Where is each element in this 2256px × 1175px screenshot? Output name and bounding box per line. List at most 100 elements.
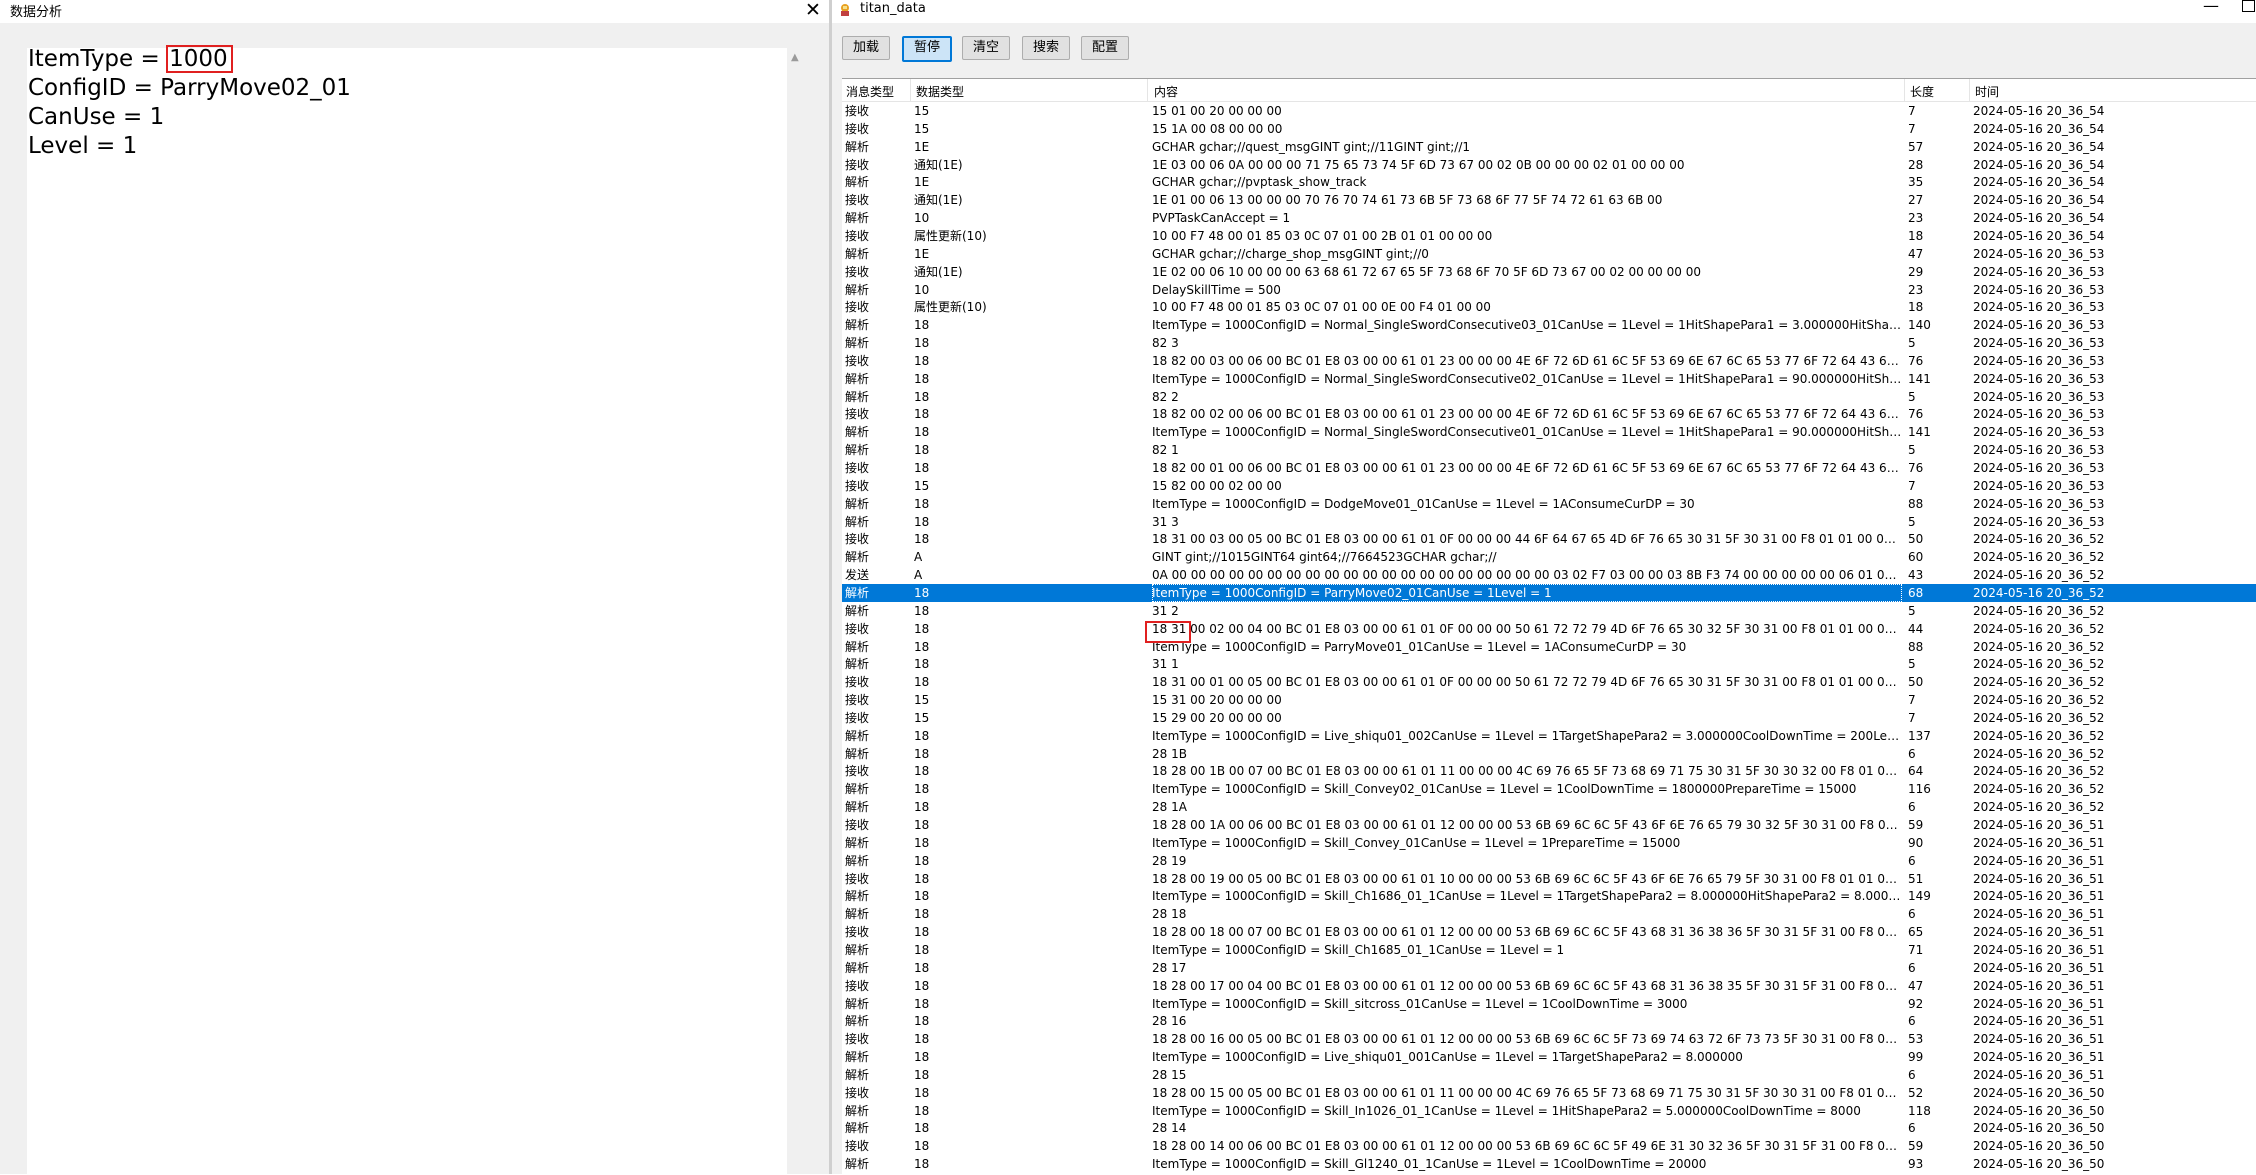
column-header-data-type[interactable]: 数据类型 <box>916 83 964 100</box>
table-row[interactable]: 解析 18 ItemType = 1000ConfigID = Skill_Conv… <box>842 780 2256 798</box>
table-row[interactable]: 解析 18 ItemType = 1000ConfigID = Skill_In10… <box>842 1102 2256 1120</box>
table-row[interactable]: 解析 18 28 16 6 2024-05-16 20_36_51 <box>842 1012 2256 1030</box>
cell-time: 2024-05-16 20_36_52 <box>1973 764 2105 779</box>
table-row[interactable]: 接收 属性更新(10) 10 00 F7 48 00 01 85 03 0C 07 … <box>842 227 2256 245</box>
table-row[interactable]: 解析 18 ItemType = 1000ConfigID = Live_shiqu… <box>842 727 2256 745</box>
column-header-message-type[interactable]: 消息类型 <box>846 83 894 100</box>
table-row[interactable]: 解析 18 ItemType = 1000ConfigID = ParryMove0… <box>842 638 2256 656</box>
table-row[interactable]: 接收 18 18 31 00 01 00 05 00 BC 01 E8 03 00 … <box>842 673 2256 691</box>
analysis-text-area[interactable]: ItemType = 1000 ConfigID = ParryMove02_01… <box>27 45 787 1174</box>
cell-time: 2024-05-16 20_36_51 <box>1973 1050 2105 1065</box>
table-row[interactable]: 解析 18 82 1 5 2024-05-16 20_36_53 <box>842 441 2256 459</box>
table-row[interactable]: 解析 18 ItemType = 1000ConfigID = Skill_Conv… <box>842 834 2256 852</box>
clear-button[interactable]: 清空 <box>962 36 1010 60</box>
table-row[interactable]: 接收 通知(1E) 1E 03 00 06 0A 00 00 00 71 75 65… <box>842 156 2256 174</box>
cell-time: 2024-05-16 20_36_53 <box>1973 389 2105 404</box>
table-row[interactable]: 解析 A GINT gint;//1015GINT64 gint64;//76645… <box>842 548 2256 566</box>
table-row[interactable]: 解析 18 ItemType = 1000ConfigID = Skill_Ch16… <box>842 941 2256 959</box>
table-row[interactable]: 接收 18 18 82 00 03 00 06 00 BC 01 E8 03 00 … <box>842 352 2256 370</box>
table-row[interactable]: 解析 18 28 15 6 2024-05-16 20_36_51 <box>842 1066 2256 1084</box>
table-row[interactable]: 解析 18 28 14 6 2024-05-16 20_36_50 <box>842 1119 2256 1137</box>
table-row[interactable]: 解析 1E GCHAR gchar;//charge_shop_msgGINT gi… <box>842 245 2256 263</box>
cell-time: 2024-05-16 20_36_53 <box>1973 425 2105 440</box>
analysis-line-text: ItemType = <box>28 46 168 72</box>
table-row[interactable]: 解析 1E GCHAR gchar;//quest_msgGINT gint;//1… <box>842 138 2256 156</box>
table-row[interactable]: 解析 18 28 1A 6 2024-05-16 20_36_52 <box>842 798 2256 816</box>
table-row[interactable]: 接收 18 18 28 00 1A 00 06 00 BC 01 E8 03 00 … <box>842 816 2256 834</box>
table-row[interactable]: 接收 15 15 29 00 20 00 00 00 7 2024-05-16 20_3… <box>842 709 2256 727</box>
table-row[interactable]: 解析 18 28 1B 6 2024-05-16 20_36_52 <box>842 745 2256 763</box>
cell-content: ItemType = 1000ConfigID = Normal_SingleS… <box>1152 318 1902 333</box>
table-row[interactable]: 解析 18 ItemType = 1000ConfigID = Skill_sitc… <box>842 995 2256 1013</box>
table-row[interactable]: 解析 18 ItemType = 1000ConfigID = Normal_Sin… <box>842 423 2256 441</box>
cell-length: 50 <box>1908 675 1924 690</box>
table-row[interactable]: 解析 18 ItemType = 1000ConfigID = ParryMove0… <box>842 583 2256 602</box>
config-button[interactable]: 配置 <box>1081 36 1129 60</box>
table-row[interactable]: 接收 18 18 28 00 19 00 05 00 BC 01 E8 03 00 … <box>842 870 2256 888</box>
table-row[interactable]: 解析 1E GCHAR gchar;//pvptask_show_track 35 20… <box>842 173 2256 191</box>
cell-message-type: 解析 <box>845 746 870 761</box>
cell-time: 2024-05-16 20_36_53 <box>1973 264 2105 279</box>
column-header-time[interactable]: 时间 <box>1975 83 1999 100</box>
maximize-icon[interactable] <box>2242 0 2255 12</box>
table-row[interactable]: 解析 18 28 18 6 2024-05-16 20_36_51 <box>842 905 2256 923</box>
column-header-content[interactable]: 内容 <box>1154 83 1178 100</box>
scroll-up-icon[interactable]: ▲ <box>791 52 799 63</box>
cell-data-type: 18 <box>914 514 930 529</box>
table-row[interactable]: 解析 18 ItemType = 1000ConfigID = DodgeMove0… <box>842 495 2256 513</box>
table-row[interactable]: 接收 18 18 28 00 17 00 04 00 BC 01 E8 03 00 … <box>842 977 2256 995</box>
table-row[interactable]: 解析 18 28 17 6 2024-05-16 20_36_51 <box>842 959 2256 977</box>
cell-length: 5 <box>1908 657 1916 672</box>
cell-time: 2024-05-16 20_36_54 <box>1973 228 2105 243</box>
cell-content: ItemType = 1000ConfigID = Normal_SingleS… <box>1152 371 1902 386</box>
table-row[interactable]: 接收 18 18 28 00 1B 00 07 00 BC 01 E8 03 00 … <box>842 762 2256 780</box>
table-row[interactable]: 解析 18 31 2 5 2024-05-16 20_36_52 <box>842 602 2256 620</box>
cell-length: 149 <box>1908 889 1931 904</box>
search-button[interactable]: 搜索 <box>1022 36 1070 60</box>
minimize-icon[interactable]: — <box>2203 0 2219 15</box>
analysis-scrollbar[interactable]: ▲ <box>787 48 804 1174</box>
table-row[interactable]: 接收 18 18 28 00 15 00 05 00 BC 01 E8 03 00 … <box>842 1084 2256 1102</box>
table-row[interactable]: 解析 18 31 1 5 2024-05-16 20_36_52 <box>842 655 2256 673</box>
cell-data-type: 18 <box>914 853 930 868</box>
table-row[interactable]: 解析 18 ItemType = 1000ConfigID = Normal_Sin… <box>842 370 2256 388</box>
table-row[interactable]: 解析 18 28 19 6 2024-05-16 20_36_51 <box>842 852 2256 870</box>
table-row[interactable]: 接收 15 15 01 00 20 00 00 00 7 2024-05-16 20_3… <box>842 102 2256 120</box>
cell-content: 28 1B <box>1152 746 1187 761</box>
cell-content: ItemType = 1000ConfigID = ParryMove01_01… <box>1152 639 1687 654</box>
table-row[interactable]: 接收 15 15 82 00 00 02 00 00 7 2024-05-16 20_3… <box>842 477 2256 495</box>
table-row[interactable]: 接收 18 18 28 00 14 00 06 00 BC 01 E8 03 00 … <box>842 1137 2256 1155</box>
table-row[interactable]: 解析 10 DelaySkillTime = 500 23 2024-05-16 20_… <box>842 281 2256 299</box>
table-row[interactable]: 解析 18 82 3 5 2024-05-16 20_36_53 <box>842 334 2256 352</box>
table-row[interactable]: 接收 18 18 28 00 16 00 05 00 BC 01 E8 03 00 … <box>842 1030 2256 1048</box>
table-row[interactable]: 接收 18 18 28 00 18 00 07 00 BC 01 E8 03 00 … <box>842 923 2256 941</box>
table-row[interactable]: 接收 15 15 1A 00 08 00 00 00 7 2024-05-16 20_3… <box>842 120 2256 138</box>
table-row[interactable]: 解析 18 ItemType = 1000ConfigID = Skill_Ch16… <box>842 887 2256 905</box>
table-row[interactable]: 解析 18 ItemType = 1000ConfigID = Live_shiqu… <box>842 1048 2256 1066</box>
table-row[interactable]: 接收 18 18 82 00 02 00 06 00 BC 01 E8 03 00 … <box>842 405 2256 423</box>
table-row[interactable]: 接收 18 18 82 00 01 00 06 00 BC 01 E8 03 00 … <box>842 459 2256 477</box>
table-row[interactable]: 接收 通知(1E) 1E 01 00 06 13 00 00 00 70 76 70… <box>842 191 2256 209</box>
table-row[interactable]: 发送 A 0A 00 00 00 00 00 00 00 00 00 00 00 0… <box>842 566 2256 584</box>
table-row[interactable]: 解析 18 82 2 5 2024-05-16 20_36_53 <box>842 388 2256 406</box>
table-row[interactable]: 接收 属性更新(10) 10 00 F7 48 00 01 85 03 0C 07 … <box>842 298 2256 316</box>
table-row[interactable]: 解析 18 ItemType = 1000ConfigID = Normal_Sin… <box>842 316 2256 334</box>
table-row[interactable]: 解析 10 PVPTaskCanAccept = 1 23 2024-05-16 20_… <box>842 209 2256 227</box>
pause-button[interactable]: 暂停 <box>902 36 952 62</box>
cell-length: 116 <box>1908 782 1931 797</box>
table-row[interactable]: 接收 15 15 31 00 20 00 00 00 7 2024-05-16 20_3… <box>842 691 2256 709</box>
grid-header: 消息类型 数据类型 内容 长度 时间 <box>842 79 2256 102</box>
table-row[interactable]: 接收 18 18 31 00 02 00 04 00 BC 01 E8 03 00 … <box>842 620 2256 638</box>
cell-message-type: 解析 <box>845 1067 870 1082</box>
column-header-length[interactable]: 长度 <box>1910 83 1934 100</box>
close-icon[interactable]: ✕ <box>805 0 821 21</box>
cell-message-type: 接收 <box>845 871 870 886</box>
load-button[interactable]: 加载 <box>842 36 890 60</box>
table-row[interactable]: 接收 通知(1E) 1E 02 00 06 10 00 00 00 63 68 61… <box>842 263 2256 281</box>
cell-content: 18 82 00 01 00 06 00 BC 01 E8 03 00 00 6… <box>1152 461 1902 475</box>
table-row[interactable]: 解析 18 ItemType = 1000ConfigID = Skill_Gl12… <box>842 1155 2256 1173</box>
table-row[interactable]: 解析 18 31 3 5 2024-05-16 20_36_53 <box>842 513 2256 531</box>
table-row[interactable]: 接收 18 18 31 00 03 00 05 00 BC 01 E8 03 00 … <box>842 530 2256 548</box>
message-grid[interactable]: 消息类型 数据类型 内容 长度 时间 接收 15 15 01 00 20 00 00… <box>842 78 2256 1175</box>
cell-content: ItemType = 1000ConfigID = Skill_Gl1240_0… <box>1152 1157 1707 1172</box>
